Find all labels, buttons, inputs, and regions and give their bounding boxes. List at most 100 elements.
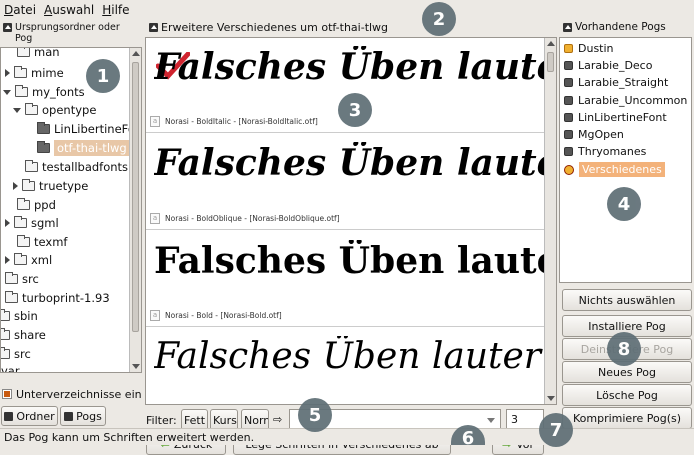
tree-item-linlibertine[interactable]: LinLibertineFo	[37, 120, 135, 138]
scroll-thumb[interactable]	[132, 62, 139, 332]
tree-item-opentype[interactable]: opentype	[13, 101, 96, 119]
font-sample-bold[interactable]: Falsches Üben lauter X	[154, 240, 554, 282]
tree-item-truetype[interactable]: truetype	[13, 177, 88, 195]
folder-icon	[14, 253, 27, 265]
panel-collapse-icon[interactable]	[149, 23, 158, 32]
menu-bar: Datei Auswahl Hilfe	[0, 0, 694, 20]
callout-badge-3: 3	[338, 93, 372, 127]
tree-item-sbin[interactable]: sbin	[1, 307, 38, 325]
tree-scrollbar[interactable]	[129, 48, 141, 372]
tab-ordner[interactable]: Ordner	[1, 406, 58, 426]
menu-auswahl[interactable]: Auswahl	[44, 3, 94, 17]
pog-icon	[564, 147, 573, 156]
pog-item-dustin[interactable]: Dustin	[564, 40, 614, 57]
pog-icon	[564, 61, 573, 70]
tree-item-var[interactable]: var	[1, 362, 20, 372]
tree-item-texmf[interactable]: texmf	[17, 233, 67, 251]
folder-icon	[5, 291, 18, 303]
recurse-checkbox-label: Unterverzeichnisse ein	[16, 387, 142, 401]
font-caption: a Norasi - BoldItalic - [Norasi-BoldItali…	[150, 116, 318, 127]
font-type-icon: a	[150, 116, 160, 127]
folder-icon	[25, 160, 38, 172]
tree-item-share[interactable]: share	[1, 326, 46, 344]
expand-arrow-icon[interactable]	[5, 219, 10, 227]
folder-icon	[17, 235, 30, 247]
font-caption: a Norasi - BoldOblique - [Norasi-BoldObli…	[150, 213, 340, 224]
pog-item-mgopen[interactable]: MgOpen	[564, 126, 624, 143]
delete-pog-button[interactable]: Lösche Pog	[562, 384, 692, 406]
pog-item-larabie-deco[interactable]: Larabie_Deco	[564, 57, 652, 74]
folder-icon	[17, 198, 30, 210]
expand-arrow-icon[interactable]	[13, 182, 18, 190]
tree-item-turboprint[interactable]: turboprint-1.93	[5, 289, 110, 307]
selected-pog-label: Verschiedenes	[579, 162, 665, 177]
select-none-button[interactable]: Nichts auswählen	[562, 289, 692, 311]
tree-item-otf-thai-tlwg[interactable]: otf-thai-tlwg	[37, 139, 130, 157]
folder-icon	[1, 309, 10, 321]
pog-item-linlibertinefont[interactable]: LinLibertineFont	[564, 109, 667, 126]
filter-arrow-icon: ⇨	[273, 413, 283, 426]
preview-scrollbar[interactable]	[544, 38, 556, 404]
tree-item-testallbadfonts[interactable]: testallbadfonts	[25, 158, 128, 176]
folder-open-icon	[15, 85, 28, 97]
folder-icon	[17, 48, 30, 57]
expand-arrow-icon[interactable]	[5, 256, 10, 264]
tree-item-man[interactable]: man	[17, 48, 60, 61]
folder-open-icon	[25, 103, 38, 115]
pog-list: Dustin Larabie_Deco Larabie_Straight Lar…	[559, 37, 692, 283]
pog-item-verschiedenes[interactable]: Verschiedenes	[564, 161, 665, 178]
callout-badge-1: 1	[86, 59, 120, 93]
separator	[146, 132, 556, 133]
scroll-up-icon[interactable]	[132, 51, 140, 56]
folder-icon	[37, 141, 50, 153]
tab-pogs[interactable]: Pogs	[60, 406, 106, 426]
scroll-down-icon[interactable]	[547, 396, 555, 401]
menu-datei[interactable]: Datei	[4, 3, 36, 17]
left-panel-header: Ursprungsordner oder Pog	[0, 20, 140, 48]
pog-icon	[564, 96, 573, 105]
scroll-down-icon[interactable]	[132, 364, 140, 369]
compress-pog-button[interactable]: Komprimiere Pog(s)	[562, 407, 692, 429]
panel-collapse-icon[interactable]	[3, 23, 12, 32]
pog-item-larabie-straight[interactable]: Larabie_Straight	[564, 74, 668, 91]
tree-item-ppd[interactable]: ppd	[17, 196, 56, 214]
right-panel-header: Vorhandene Pogs	[560, 20, 694, 36]
tree-item-mime[interactable]: mime	[5, 64, 64, 82]
collapse-arrow-icon[interactable]	[3, 89, 11, 95]
font-sample-bolditalic[interactable]: Falsches Üben lauter X	[154, 46, 554, 88]
folder-icon	[1, 347, 10, 359]
recurse-checkbox-row[interactable]: Unterverzeichnisse ein	[2, 387, 142, 401]
folder-tab-icon	[4, 411, 14, 421]
tree-item-src[interactable]: src	[5, 270, 39, 288]
folder-icon	[1, 328, 10, 340]
scroll-up-icon[interactable]	[547, 41, 555, 46]
right-panel-title: Vorhandene Pogs	[575, 21, 666, 33]
tree-item-xml[interactable]: xml	[5, 251, 52, 269]
panel-collapse-icon[interactable]	[563, 23, 572, 32]
folder-icon	[22, 179, 35, 191]
callout-badge-2: 2	[422, 2, 456, 36]
folder-icon	[14, 66, 27, 78]
pog-item-larabie-uncommon[interactable]: Larabie_Uncommon	[564, 92, 687, 109]
folder-icon	[14, 216, 27, 228]
tree-item-my-fonts[interactable]: my_fonts	[3, 83, 85, 101]
collapse-arrow-icon[interactable]	[13, 107, 21, 113]
dropdown-icon[interactable]	[487, 418, 495, 423]
scroll-thumb[interactable]	[547, 52, 554, 72]
tree-item-src-2[interactable]: src	[1, 345, 31, 363]
folder-tree: man mime my_fonts opentype LinLibertineF…	[0, 47, 142, 373]
font-sample-light[interactable]: Falsches Üben lauter X	[154, 336, 554, 377]
callout-badge-4: 4	[607, 187, 641, 221]
tree-item-sgml[interactable]: sgml	[5, 214, 59, 232]
pog-icon	[564, 78, 573, 87]
pog-item-thryomanes[interactable]: Thryomanes	[564, 143, 646, 160]
pog-icon	[564, 44, 573, 53]
font-preview-list: Falsches Üben lauter X aNorasi - BoldIta…	[145, 37, 557, 405]
font-sample-boldoblique[interactable]: Falsches Üben lauter X	[154, 142, 554, 184]
font-caption: a Norasi - Bold - [Norasi-Bold.otf]	[150, 310, 282, 321]
menu-hilfe[interactable]: Hilfe	[102, 3, 129, 17]
folder-icon	[5, 272, 18, 284]
expand-arrow-icon[interactable]	[5, 69, 10, 77]
font-type-icon: a	[150, 213, 160, 224]
checkbox-checked[interactable]	[2, 389, 12, 399]
